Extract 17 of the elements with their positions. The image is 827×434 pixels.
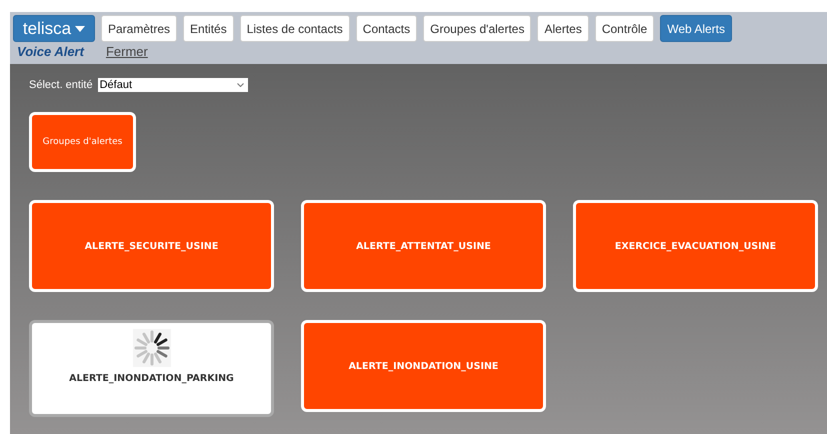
entity-select[interactable]: Défaut	[98, 78, 248, 92]
nav-tab[interactable]: Paramètres	[101, 15, 178, 42]
nav-tab[interactable]: Contrôle	[594, 15, 654, 42]
nav-tab[interactable]: Listes de contacts	[240, 15, 350, 42]
chevron-down-icon	[236, 83, 244, 87]
app-title: Voice Alert	[17, 44, 84, 59]
nav-tab[interactable]: Alertes	[537, 15, 589, 42]
caret-icon	[75, 26, 86, 32]
alert-tile[interactable]: ALERTE_INONDATION_PARKING	[29, 320, 274, 417]
nav-tab[interactable]: Groupes d'alertes	[423, 15, 532, 42]
brand-menu-button[interactable]: telisca	[13, 15, 95, 42]
close-link[interactable]: Fermer	[106, 44, 148, 59]
nav-tab[interactable]: Entités	[183, 15, 234, 42]
nav-tab[interactable]: Contacts	[356, 15, 418, 42]
loading-spinner-icon	[132, 329, 170, 367]
field-label: Sélect. entité	[29, 79, 93, 91]
nav-tab[interactable]: Web Alerts	[660, 15, 732, 42]
